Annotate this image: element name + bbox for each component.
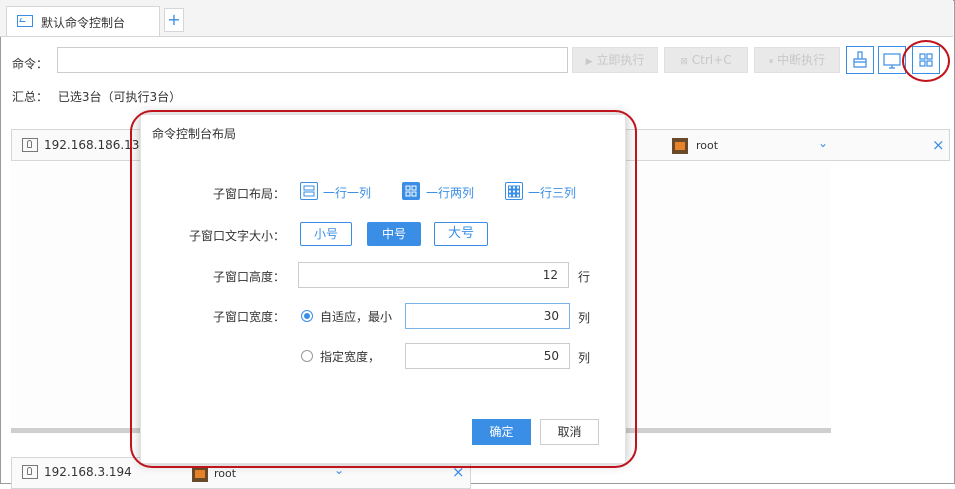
annotation-oval xyxy=(902,40,950,82)
user-icon xyxy=(672,138,688,154)
linux-icon xyxy=(22,465,38,479)
execute-now-button[interactable]: ▶ 立即执行 xyxy=(572,47,658,73)
host-user: root xyxy=(214,467,237,480)
host-user: root xyxy=(696,139,719,152)
command-input[interactable] xyxy=(57,47,568,73)
user-icon xyxy=(192,466,208,482)
tab-bar: 默认命令控制台 + xyxy=(0,0,953,37)
summary: 汇总： 已选3台（可执行3台） xyxy=(12,88,181,105)
pause-icon: ⏸ xyxy=(768,57,774,67)
close-icon[interactable]: × xyxy=(932,136,945,154)
tab-label: 默认命令控制台 xyxy=(41,16,126,30)
interrupt-button[interactable]: ⏸ 中断执行 xyxy=(754,47,840,73)
summary-text: 已选3台（可执行3台） xyxy=(57,90,182,104)
host-ip: 192.168.3.194 xyxy=(44,465,132,479)
execute-now-label: 立即执行 xyxy=(596,53,645,67)
stop-icon: ⊠ xyxy=(680,57,688,67)
terminal-icon xyxy=(17,15,33,27)
ctrl-c-button[interactable]: ⊠ Ctrl+C xyxy=(664,47,748,73)
tab-default-console[interactable]: 默认命令控制台 xyxy=(6,6,160,36)
annotation-frame xyxy=(130,110,637,468)
ctrl-c-label: Ctrl+C xyxy=(691,53,732,67)
play-icon: ▶ xyxy=(585,57,593,67)
clear-button[interactable] xyxy=(846,46,874,74)
command-label: 命令： xyxy=(12,57,49,71)
summary-label: 汇总： xyxy=(12,90,49,104)
linux-icon xyxy=(22,138,38,152)
interrupt-label: 中断执行 xyxy=(777,53,826,67)
add-tab-button[interactable]: + xyxy=(164,8,184,32)
broom-icon xyxy=(853,51,867,68)
chevron-down-icon[interactable]: ⌄ xyxy=(818,136,828,150)
